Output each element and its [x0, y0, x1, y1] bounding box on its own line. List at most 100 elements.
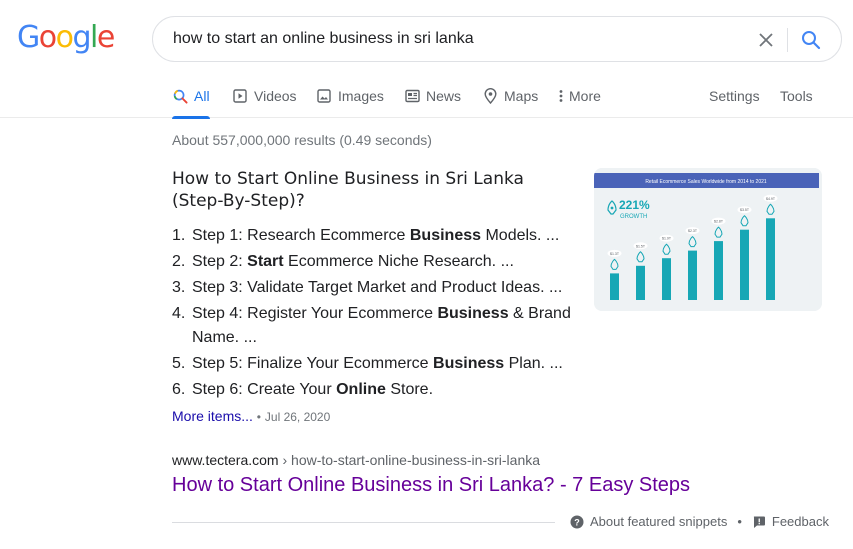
step-text: Step 2: Start Ecommerce Niche Research. … — [192, 250, 514, 274]
map-pin-icon — [482, 88, 498, 104]
step-text: Step 3: Validate Target Market and Produ… — [192, 276, 562, 300]
infographic-bar — [766, 218, 775, 300]
search-button[interactable] — [799, 28, 823, 52]
bar-value-label: $1.9T — [662, 237, 672, 241]
tab-all[interactable]: All — [172, 78, 210, 119]
bar-value-label: $1.5T — [636, 244, 646, 248]
snippet-step: 3. Step 3: Validate Target Market and Pro… — [172, 276, 582, 300]
tab-label: All — [194, 88, 210, 104]
separator-dot: • — [737, 514, 742, 529]
tab-label: Images — [338, 88, 384, 104]
step-number: 4. — [172, 305, 186, 322]
tab-label: Maps — [504, 88, 539, 104]
tab-news[interactable]: News — [404, 78, 461, 118]
bar-value-label: $2.8T — [714, 220, 724, 224]
image-icon — [316, 88, 332, 104]
tab-maps[interactable]: Maps — [482, 78, 538, 118]
step-number: 6. — [172, 381, 186, 398]
logo-letter: l — [90, 20, 98, 55]
google-logo[interactable]: Google — [17, 20, 115, 55]
growth-value: 221% — [619, 198, 650, 212]
step-text-part: Step 3: Validate Target Market and Produ… — [192, 279, 563, 296]
snippet-step: 6. Step 6: Create Your Online Store. — [172, 378, 582, 402]
step-number: 2. — [172, 253, 186, 270]
bar-value-label: $2.3T — [688, 229, 698, 233]
step-text-bold: Business — [437, 305, 509, 322]
logo-letter: g — [72, 20, 91, 55]
more-items-link[interactable]: More items... — [172, 408, 253, 424]
infographic-bar — [688, 250, 697, 300]
step-text: Step 5: Finalize Your Ecommerce Business… — [192, 352, 563, 376]
step-text-part: Step 6: Create Your — [192, 381, 337, 398]
tab-settings[interactable]: Settings — [709, 78, 760, 118]
tab-tools[interactable]: Tools — [780, 78, 813, 118]
step-text: Step 1: Research Ecommerce Business Mode… — [192, 224, 559, 248]
tab-more[interactable]: More — [558, 78, 601, 118]
step-text-part: Plan. ... — [504, 355, 563, 372]
svg-text:?: ? — [574, 517, 580, 527]
step-text-bold: Online — [336, 381, 386, 398]
infographic-header: Retail Ecommerce Sales Worldwide from 20… — [645, 179, 767, 185]
ecommerce-growth-infographic: Retail Ecommerce Sales Worldwide from 20… — [594, 168, 822, 311]
feedback-icon[interactable] — [752, 515, 766, 529]
snippet-step: 1. Step 1: Research Ecommerce Business Mo… — [172, 224, 582, 248]
about-featured-snippets-link[interactable]: About featured snippets — [590, 514, 727, 529]
search-icon — [172, 88, 188, 104]
bar-value-label: $3.5T — [740, 208, 750, 212]
close-icon — [759, 33, 773, 47]
step-text-bold: Start — [247, 253, 284, 270]
tab-label: News — [426, 88, 462, 104]
search-input[interactable]: how to start an online business in sri l… — [173, 30, 474, 48]
snippet-footer: ? About featured snippets • Feedback — [570, 514, 829, 529]
infographic-bar — [636, 265, 645, 300]
video-icon — [232, 88, 248, 104]
infographic-bar — [714, 241, 723, 300]
step-number: 3. — [172, 279, 186, 296]
featured-snippet-title: How to Start Online Business in Sri Lank… — [172, 169, 524, 211]
featured-snippet-list: 1. Step 1: Research Ecommerce Business Mo… — [172, 224, 582, 404]
infographic-bar — [610, 273, 619, 300]
search-divider — [787, 28, 788, 52]
step-text: Step 4: Register Your Ecommerce Business… — [192, 302, 582, 350]
search-box[interactable]: how to start an online business in sri l… — [152, 16, 842, 62]
growth-label: GROWTH — [620, 214, 647, 220]
step-text-bold: Business — [433, 355, 505, 372]
logo-letter: o — [55, 20, 74, 55]
infographic-bar — [740, 229, 749, 300]
step-text-part: Models. ... — [481, 227, 560, 244]
more-vert-icon — [558, 88, 564, 104]
logo-letter: o — [38, 20, 57, 55]
step-text-part: Step 5: Finalize Your Ecommerce — [192, 355, 434, 372]
tab-label: More — [569, 88, 601, 104]
help-icon[interactable]: ? — [570, 515, 584, 529]
step-text-part: Step 2: — [192, 253, 248, 270]
step-text-part: Step 1: Research Ecommerce — [192, 227, 410, 244]
snippet-step: 4. Step 4: Register Your Ecommerce Busine… — [172, 302, 582, 350]
tab-label: Videos — [254, 88, 297, 104]
tab-videos[interactable]: Videos — [232, 78, 297, 118]
featured-snippet-image[interactable]: Retail Ecommerce Sales Worldwide from 20… — [594, 168, 822, 311]
clear-button[interactable] — [754, 28, 778, 52]
step-text-part: Ecommerce Niche Research. ... — [283, 253, 514, 270]
step-text-bold: Business — [409, 227, 482, 244]
result-title-link[interactable]: How to Start Online Business in Sri Lank… — [172, 474, 690, 497]
tab-label: Settings — [709, 88, 760, 104]
tab-images[interactable]: Images — [316, 78, 384, 118]
search-icon — [802, 31, 821, 50]
result-breadcrumb: › how-to-start-online-business-in-sri-la… — [278, 452, 541, 468]
snippet-step: 2. Step 2: Start Ecommerce Niche Research… — [172, 250, 582, 274]
infographic-bar — [662, 258, 671, 300]
bar-value-label: $1.3T — [610, 252, 620, 256]
logo-letter: e — [96, 20, 115, 55]
snippet-step: 5. Step 5: Finalize Your Ecommerce Busine… — [172, 352, 582, 376]
more-items-row: More items... • Jul 26, 2020 — [172, 408, 330, 424]
result-url: www.tectera.com › how-to-start-online-bu… — [172, 452, 540, 468]
step-text-part: Store. — [385, 381, 434, 398]
result-stats: About 557,000,000 results (0.49 seconds) — [172, 132, 432, 148]
logo-letter: G — [17, 20, 40, 55]
feedback-link[interactable]: Feedback — [772, 514, 829, 529]
step-number: 1. — [172, 227, 186, 244]
step-text-part: Step 4: Register Your Ecommerce — [192, 305, 438, 322]
result-domain: www.tectera.com — [172, 452, 279, 468]
step-number: 5. — [172, 355, 186, 372]
